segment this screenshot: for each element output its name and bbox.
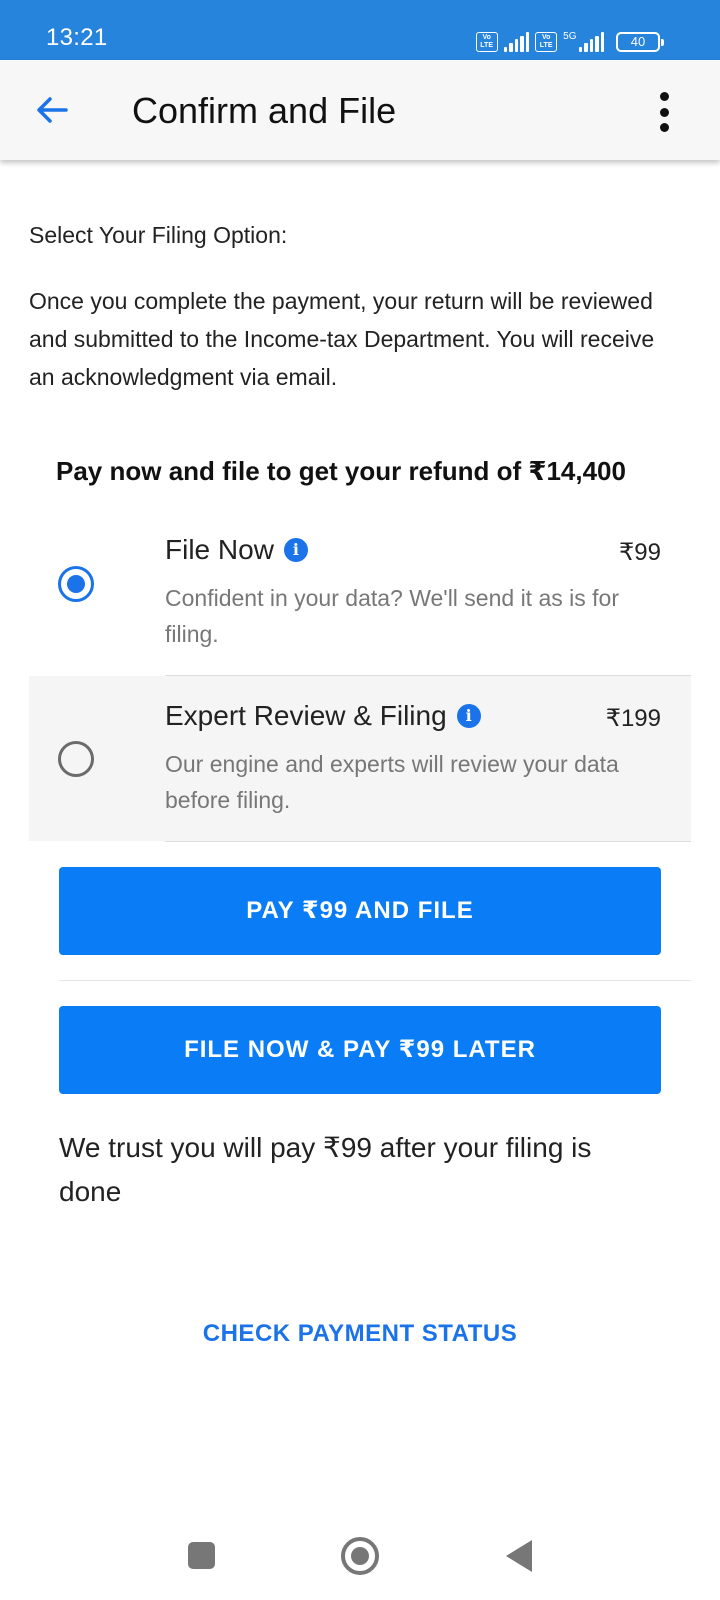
option-title: Expert Review & Filing [165, 700, 447, 731]
radio-expert-review[interactable] [58, 741, 94, 777]
back-button[interactable] [28, 86, 76, 134]
option-title-wrap: Expert Review & Filing i [165, 700, 481, 732]
divider [59, 980, 691, 981]
volte-icon: Vo LTE [535, 32, 558, 52]
more-vert-icon [659, 92, 669, 101]
intro-text: Once you complete the payment, your retu… [29, 288, 655, 390]
recent-apps-button[interactable] [188, 1542, 215, 1569]
status-time: 13:21 [46, 24, 108, 51]
file-now-pay-later-button[interactable]: FILE NOW & PAY ₹99 LATER [59, 1006, 661, 1094]
section-label: Select Your Filing Option: [29, 222, 288, 248]
option-description: Confident in your data? We'll send it as… [165, 585, 619, 647]
volte-icon: Vo LTE [475, 32, 498, 52]
check-payment-status-link[interactable]: CHECK PAYMENT STATUS [0, 1320, 720, 1348]
status-icons: Vo LTE Vo LTE 5G 40 [475, 28, 664, 52]
battery-icon: 40 [616, 32, 664, 52]
signal-icon [578, 32, 604, 52]
refund-heading: Pay now and file to get your refund of ₹… [56, 456, 626, 486]
option-divider [165, 841, 691, 842]
page-title: Confirm and File [132, 90, 397, 131]
option-title: File Now [165, 534, 274, 565]
pay-and-file-button[interactable]: PAY ₹99 AND FILE [59, 867, 661, 955]
arrow-left-icon [37, 97, 68, 123]
more-options-button[interactable] [652, 88, 676, 136]
signal-icon [503, 32, 530, 52]
option-price: ₹99 [619, 539, 661, 566]
network-type-label: 5G [563, 31, 577, 42]
option-price: ₹199 [605, 705, 661, 732]
status-bar: 13:21 Vo LTE Vo LTE 5G 40 [0, 0, 720, 60]
info-icon[interactable]: i [456, 704, 481, 728]
option-title-wrap: File Now i [165, 534, 308, 566]
app-bar: Confirm and File [0, 60, 720, 160]
info-icon[interactable]: i [283, 538, 308, 562]
option-description: Our engine and experts will review your … [165, 751, 619, 813]
option-expert-review[interactable]: Expert Review & Filing i ₹199 Our engine… [29, 676, 691, 841]
option-file-now[interactable]: File Now i ₹99 Confident in your data? W… [29, 510, 691, 675]
radio-file-now[interactable] [58, 566, 94, 602]
trust-text: We trust you will pay ₹99 after your fil… [59, 1132, 592, 1207]
back-nav-button[interactable] [506, 1540, 532, 1572]
home-button[interactable] [341, 1537, 379, 1575]
